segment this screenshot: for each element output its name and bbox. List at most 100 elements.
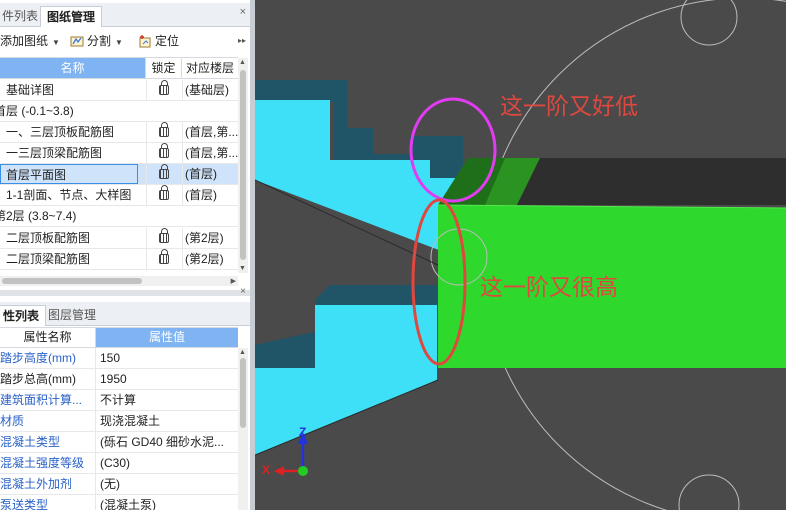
- property-value[interactable]: 现浇混凝土: [100, 411, 236, 431]
- property-row[interactable]: 踏步总高(mm) 1950: [0, 369, 238, 390]
- property-value-header[interactable]: 属性值: [96, 328, 238, 347]
- property-name: 踏步高度(mm): [0, 348, 96, 368]
- panel-splitter[interactable]: ×: [0, 286, 250, 297]
- lock-toggle[interactable]: [146, 185, 180, 205]
- property-name: 混凝土外加剂: [0, 474, 96, 494]
- table-row[interactable]: 一三层顶梁配筋图 (首层,第...: [0, 143, 238, 164]
- table-group-row[interactable]: 首层 (-0.1~3.8): [0, 101, 238, 122]
- add-drawing-label: 添加图纸: [0, 34, 49, 48]
- x-axis-label: X: [262, 463, 271, 477]
- table-row[interactable]: 一、三层顶板配筋图 (首层,第...: [0, 122, 238, 143]
- property-row[interactable]: 材质 现浇混凝土: [0, 411, 238, 432]
- lock-icon: [158, 228, 169, 243]
- split-icon: [70, 36, 84, 47]
- property-panel-tabbar: 性列表 图层管理: [0, 302, 250, 326]
- tab-layer-management[interactable]: 图层管理: [42, 305, 102, 326]
- row-name: 一、三层顶板配筋图: [6, 125, 115, 139]
- row-name: 基础详图: [6, 83, 55, 97]
- scroll-up-icon[interactable]: ▲: [239, 59, 246, 66]
- add-drawing-button[interactable]: 添加图纸 ▼: [0, 32, 60, 50]
- property-value[interactable]: (C30): [100, 453, 236, 473]
- slab-shadow: [517, 158, 786, 205]
- property-name: 混凝土强度等级: [0, 453, 96, 473]
- table-row-selected[interactable]: 首层平面图 (首层): [0, 164, 238, 185]
- property-row[interactable]: 踏步高度(mm) 150: [0, 348, 238, 369]
- property-name-header[interactable]: 属性名称: [0, 328, 96, 347]
- annotation-low-step: 这一阶又好低: [500, 94, 638, 120]
- locate-icon: [139, 35, 151, 48]
- row-name: 首层平面图: [0, 164, 138, 184]
- lock-toggle[interactable]: [146, 164, 180, 184]
- column-lock-header[interactable]: 锁定: [146, 58, 182, 78]
- row-floor: (首层,第...: [182, 143, 238, 163]
- lock-toggle[interactable]: [146, 122, 180, 142]
- close-icon[interactable]: ×: [240, 6, 246, 18]
- upper-stair-flight: [255, 100, 465, 260]
- drawing-panel-tabbar: 件列表 图纸管理 ×: [0, 3, 250, 27]
- table-row[interactable]: 1-1剖面、节点、大样图 (首层): [0, 185, 238, 206]
- scroll-down-icon[interactable]: ▼: [239, 265, 246, 272]
- drawing-list-horizontal-scrollbar[interactable]: ▶: [0, 276, 238, 286]
- property-table-header: 属性名称 属性值: [0, 327, 238, 348]
- split-label: 分割: [87, 34, 112, 48]
- scroll-up-icon[interactable]: ▲: [239, 349, 246, 356]
- scrollbar-thumb[interactable]: [2, 278, 142, 284]
- row-name: 二层顶板配筋图: [6, 231, 91, 245]
- row-name: 一三层顶梁配筋图: [6, 146, 103, 160]
- property-value[interactable]: (无): [100, 474, 236, 494]
- property-row[interactable]: 泵送类型 (混凝土泵): [0, 495, 238, 510]
- drawing-toolbar: 添加图纸 ▼ 分割 ▼ 定位 ▸▸: [0, 29, 250, 53]
- group-name: 首层 (-0.1~3.8): [0, 104, 74, 118]
- property-row[interactable]: 混凝土类型 (砾石 GD40 细砂水泥...: [0, 432, 238, 453]
- lower-stair-flight: [255, 305, 437, 455]
- left-panel: 件列表 图纸管理 × 添加图纸 ▼ 分割 ▼ 定位 ▸▸ 名称 锁定 对应楼层 基础…: [0, 0, 250, 510]
- lock-toggle[interactable]: [146, 228, 180, 248]
- column-name-header[interactable]: 名称: [0, 58, 146, 78]
- lock-icon: [158, 80, 169, 95]
- table-group-row[interactable]: 第2层 (3.8~7.4): [0, 206, 238, 227]
- property-value[interactable]: 1950: [100, 369, 236, 389]
- z-axis-label: Z: [299, 425, 307, 439]
- scroll-right-icon[interactable]: ▶: [231, 277, 236, 285]
- x-axis-arrow: [274, 466, 284, 476]
- drawing-table-header: 名称 锁定 对应楼层: [0, 57, 238, 79]
- lock-icon: [158, 185, 169, 200]
- split-button[interactable]: 分割 ▼: [70, 32, 123, 50]
- drawing-list-vertical-scrollbar[interactable]: ▲ ▼: [238, 58, 248, 273]
- scrollbar-thumb[interactable]: [240, 70, 246, 260]
- tab-component-list[interactable]: 件列表: [0, 6, 44, 27]
- property-vertical-scrollbar[interactable]: ▲: [238, 348, 248, 510]
- locate-button[interactable]: 定位: [138, 32, 179, 50]
- property-row[interactable]: 混凝土外加剂 (无): [0, 474, 238, 495]
- tab-property-list[interactable]: 性列表: [0, 305, 47, 326]
- row-floor: (首层): [182, 185, 238, 205]
- property-value[interactable]: 不计算: [100, 390, 236, 410]
- toolbar-more-icon[interactable]: ▸▸: [238, 32, 246, 50]
- property-name: 泵送类型: [0, 495, 96, 510]
- property-value[interactable]: 150: [100, 348, 236, 368]
- scrollbar-thumb[interactable]: [240, 358, 246, 428]
- property-row[interactable]: 混凝土强度等级 (C30): [0, 453, 238, 474]
- property-row[interactable]: 建筑面积计算... 不计算: [0, 390, 238, 411]
- row-floor: (首层,第...: [182, 122, 238, 142]
- lock-icon: [158, 164, 169, 179]
- chevron-down-icon: ▼: [52, 38, 60, 47]
- lock-toggle[interactable]: [146, 249, 180, 269]
- viewport-canvas: [255, 0, 786, 510]
- column-floor-header[interactable]: 对应楼层: [182, 58, 238, 78]
- tab-drawing-management[interactable]: 图纸管理: [40, 6, 103, 27]
- lock-toggle[interactable]: [146, 143, 180, 163]
- property-value[interactable]: (混凝土泵): [100, 495, 236, 510]
- property-name: 材质: [0, 411, 96, 431]
- property-name: 踏步总高(mm): [0, 369, 96, 389]
- model-viewport[interactable]: 这一阶又好低 这一阶又很高 Z X: [255, 0, 786, 510]
- table-row[interactable]: 基础详图 (基础层): [0, 80, 238, 101]
- property-value[interactable]: (砾石 GD40 细砂水泥...: [100, 432, 236, 452]
- lock-icon: [158, 249, 169, 264]
- view-cube-bottom: [678, 474, 740, 510]
- table-row[interactable]: 二层顶梁配筋图 (第2层): [0, 249, 238, 270]
- row-floor: (第2层): [182, 249, 238, 269]
- lock-toggle[interactable]: [146, 80, 180, 100]
- table-row[interactable]: 二层顶板配筋图 (第2层): [0, 228, 238, 249]
- close-icon[interactable]: ×: [240, 286, 246, 297]
